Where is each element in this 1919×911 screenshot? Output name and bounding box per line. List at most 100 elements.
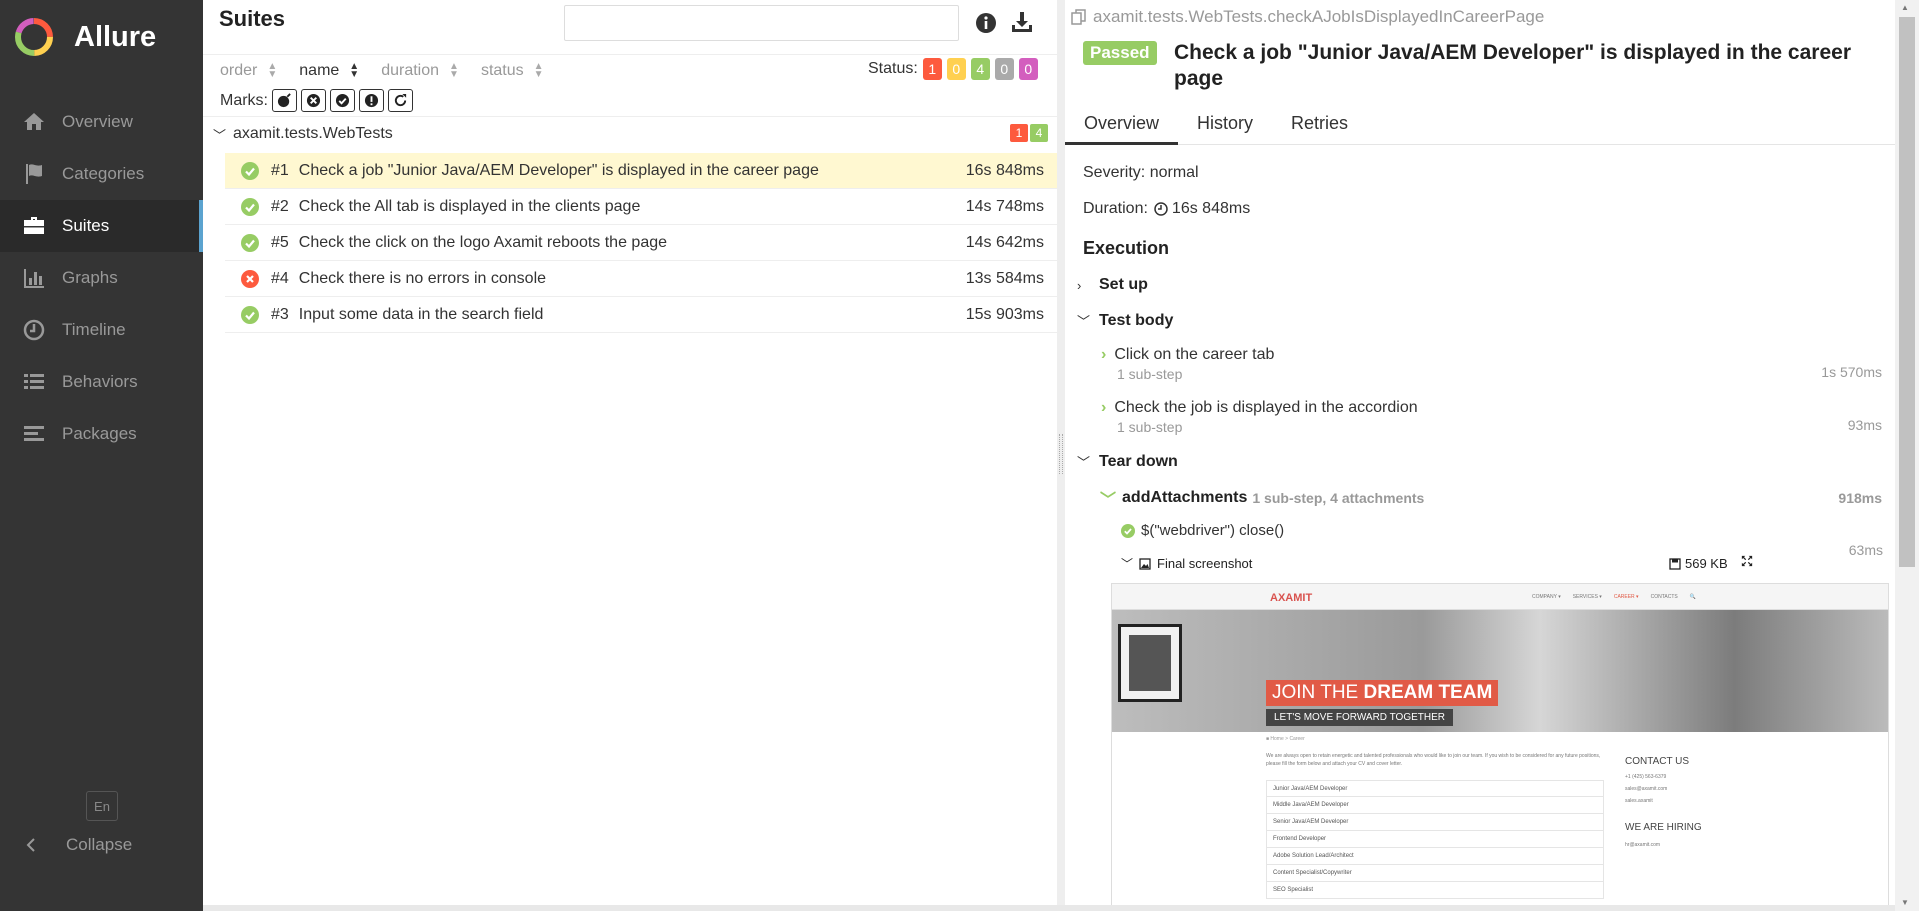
sidebar-item-packages[interactable]: Packages bbox=[0, 408, 203, 460]
copy-icon[interactable] bbox=[1071, 9, 1087, 25]
duration-value: 16s 848ms bbox=[1171, 200, 1251, 217]
test-duration: 14s 642ms bbox=[965, 233, 1044, 251]
download-icon[interactable] bbox=[1010, 10, 1034, 34]
attachment-size: 569 KB bbox=[1669, 556, 1728, 571]
hiring-title: WE ARE HIRING bbox=[1625, 822, 1702, 833]
scrollbar-thumb[interactable] bbox=[1899, 17, 1915, 567]
passed-status-icon bbox=[241, 233, 259, 252]
test-row[interactable]: #3 Input some data in the search field 1… bbox=[225, 297, 1060, 333]
scroll-down-icon[interactable]: ▼ bbox=[1901, 898, 1909, 907]
mark-new-passed-button[interactable] bbox=[330, 89, 355, 112]
screenshot-nav-item: COMPANY ▾ bbox=[1532, 594, 1561, 600]
status-passed-count[interactable]: 4 bbox=[970, 58, 990, 80]
step[interactable]: › Click on the career tab 1 sub-step 1s 5… bbox=[1101, 346, 1882, 382]
test-duration: 15s 903ms bbox=[965, 305, 1044, 323]
sort-status[interactable]: status ▲ ▼ bbox=[481, 62, 544, 80]
sidebar-item-label: Categories bbox=[62, 164, 145, 183]
contact-line: sales.axamit bbox=[1625, 798, 1653, 804]
tab-overview[interactable]: Overview bbox=[1065, 107, 1179, 145]
sort-duration[interactable]: duration ▲ ▼ bbox=[381, 62, 459, 80]
brand[interactable]: Allure bbox=[14, 17, 156, 57]
screenshot-header: AXAMIT COMPANY ▾ SERVICES ▾ CAREER ▾ CON… bbox=[1112, 584, 1888, 610]
test-row[interactable]: #5 Check the click on the logo Axamit re… bbox=[225, 225, 1060, 261]
tab-retries[interactable]: Retries bbox=[1272, 107, 1367, 145]
sidebar-item-overview[interactable]: Overview bbox=[0, 96, 203, 148]
flag-icon bbox=[26, 164, 42, 184]
sidebar-item-suites[interactable]: Suites bbox=[0, 200, 203, 252]
status-failed-count[interactable]: 1 bbox=[922, 58, 942, 80]
mark-new-failed-button[interactable] bbox=[301, 89, 326, 112]
sort-caret-icon: ▲ ▼ bbox=[449, 61, 459, 80]
check-circle-icon bbox=[335, 93, 350, 108]
step-duration: 918ms bbox=[1838, 490, 1882, 506]
contact-line: +1 (425) 563-6379 bbox=[1625, 774, 1667, 780]
screenshot-hero: JOIN THE DREAM TEAM LET'S MOVE FORWARD T… bbox=[1112, 610, 1888, 732]
sidebar-item-graphs[interactable]: Graphs bbox=[0, 252, 203, 304]
marks-label: Marks: bbox=[220, 91, 268, 109]
step[interactable]: › Check the job is displayed in the accor… bbox=[1101, 399, 1882, 435]
test-list: #1 Check a job "Junior Java/AEM Develope… bbox=[225, 153, 1060, 333]
add-attachments-step[interactable]: ﹀ addAttachments 1 sub-step, 4 attachmen… bbox=[1100, 486, 1882, 510]
status-skipped-count[interactable]: 0 bbox=[994, 58, 1014, 80]
collapse-button[interactable]: Collapse bbox=[22, 835, 132, 855]
setup-stage[interactable]: › Set up bbox=[1077, 276, 1148, 294]
suite-group[interactable]: ﹀ axamit.tests.WebTests 1 4 bbox=[213, 122, 1048, 146]
details-tabs: Overview History Retries bbox=[1065, 107, 1895, 145]
mark-flaky-button[interactable] bbox=[272, 89, 297, 112]
close-step[interactable]: $("webdriver") close() bbox=[1121, 522, 1284, 539]
passed-status-icon bbox=[241, 161, 259, 180]
sidebar-item-timeline[interactable]: Timeline bbox=[0, 304, 203, 356]
chevron-down-icon: ﹀ bbox=[1121, 557, 1134, 571]
suites-panel: Suites order ▲ ▼ name ▲ ▼ duration ▲ ▼ stat… bbox=[203, 0, 1060, 911]
sidebar-item-label: Overview bbox=[62, 112, 133, 131]
bar-chart-icon bbox=[24, 269, 44, 288]
test-row[interactable]: #2 Check the All tab is displayed in the… bbox=[225, 189, 1060, 225]
sidebar-item-label: Packages bbox=[62, 424, 137, 443]
sort-name[interactable]: name ▲ ▼ bbox=[299, 62, 359, 80]
sidebar-item-categories[interactable]: Categories bbox=[0, 148, 203, 200]
scroll-up-icon[interactable]: ▲ bbox=[1901, 3, 1909, 12]
briefcase-icon bbox=[24, 217, 44, 234]
status-broken-count[interactable]: 0 bbox=[946, 58, 966, 80]
horizontal-scrollbar[interactable] bbox=[203, 905, 1895, 911]
group-failed-count: 1 bbox=[1010, 124, 1028, 142]
test-body-stage[interactable]: ﹀ Test body bbox=[1077, 311, 1173, 330]
image-file-icon bbox=[1139, 557, 1151, 570]
save-icon bbox=[1669, 557, 1681, 570]
status-unknown-count[interactable]: 0 bbox=[1018, 58, 1038, 80]
test-number: #1 bbox=[271, 161, 289, 179]
status-label: Status: bbox=[868, 60, 918, 77]
tab-history[interactable]: History bbox=[1178, 107, 1272, 145]
chevron-down-icon: ﹀ bbox=[213, 127, 227, 143]
clock-icon bbox=[1154, 202, 1168, 216]
test-row[interactable]: #1 Check a job "Junior Java/AEM Develope… bbox=[225, 153, 1060, 189]
splitter-grip-icon[interactable] bbox=[1059, 434, 1063, 474]
tear-down-stage[interactable]: ﹀ Tear down bbox=[1077, 452, 1178, 471]
attachment-row[interactable]: ﹀ Final screenshot 569 KB bbox=[1121, 555, 1821, 572]
sidebar-nav: Overview Categories Suites Graphs Timeli… bbox=[0, 96, 203, 460]
job-item: Middle Java/AEM Developer bbox=[1266, 797, 1604, 814]
info-icon[interactable] bbox=[975, 12, 997, 34]
sidebar-item-behaviors[interactable]: Behaviors bbox=[0, 356, 203, 408]
sort-order[interactable]: order ▲ ▼ bbox=[220, 62, 277, 80]
job-item: SEO Specialist bbox=[1266, 882, 1604, 899]
step-duration: 93ms bbox=[1847, 417, 1882, 433]
test-row[interactable]: #4 Check there is no errors in console 1… bbox=[225, 261, 1060, 297]
sort-caret-icon: ▲ ▼ bbox=[349, 61, 360, 80]
marks-filter: Marks: bbox=[220, 89, 413, 112]
mark-new-broken-button[interactable] bbox=[359, 89, 384, 112]
screenshot-breadcrumb: ■ Home > Career bbox=[1266, 736, 1305, 742]
screenshot-preview[interactable]: AXAMIT COMPANY ▾ SERVICES ▾ CAREER ▾ CON… bbox=[1111, 583, 1889, 909]
screenshot-nav-item: SERVICES ▾ bbox=[1572, 594, 1602, 600]
expand-icon[interactable] bbox=[1741, 555, 1753, 567]
times-circle-icon bbox=[306, 93, 321, 108]
search-input[interactable] bbox=[564, 5, 959, 41]
contact-title: CONTACT US bbox=[1625, 756, 1690, 767]
job-list: Junior Java/AEM Developer Middle Java/AE… bbox=[1266, 780, 1604, 899]
divider bbox=[203, 54, 1057, 55]
chevron-down-icon: ﹀ bbox=[1100, 492, 1117, 509]
home-icon bbox=[24, 113, 44, 130]
language-button[interactable]: En bbox=[86, 791, 118, 821]
test-name: Check the All tab is displayed in the cl… bbox=[298, 197, 641, 215]
mark-retries-button[interactable] bbox=[388, 89, 413, 112]
